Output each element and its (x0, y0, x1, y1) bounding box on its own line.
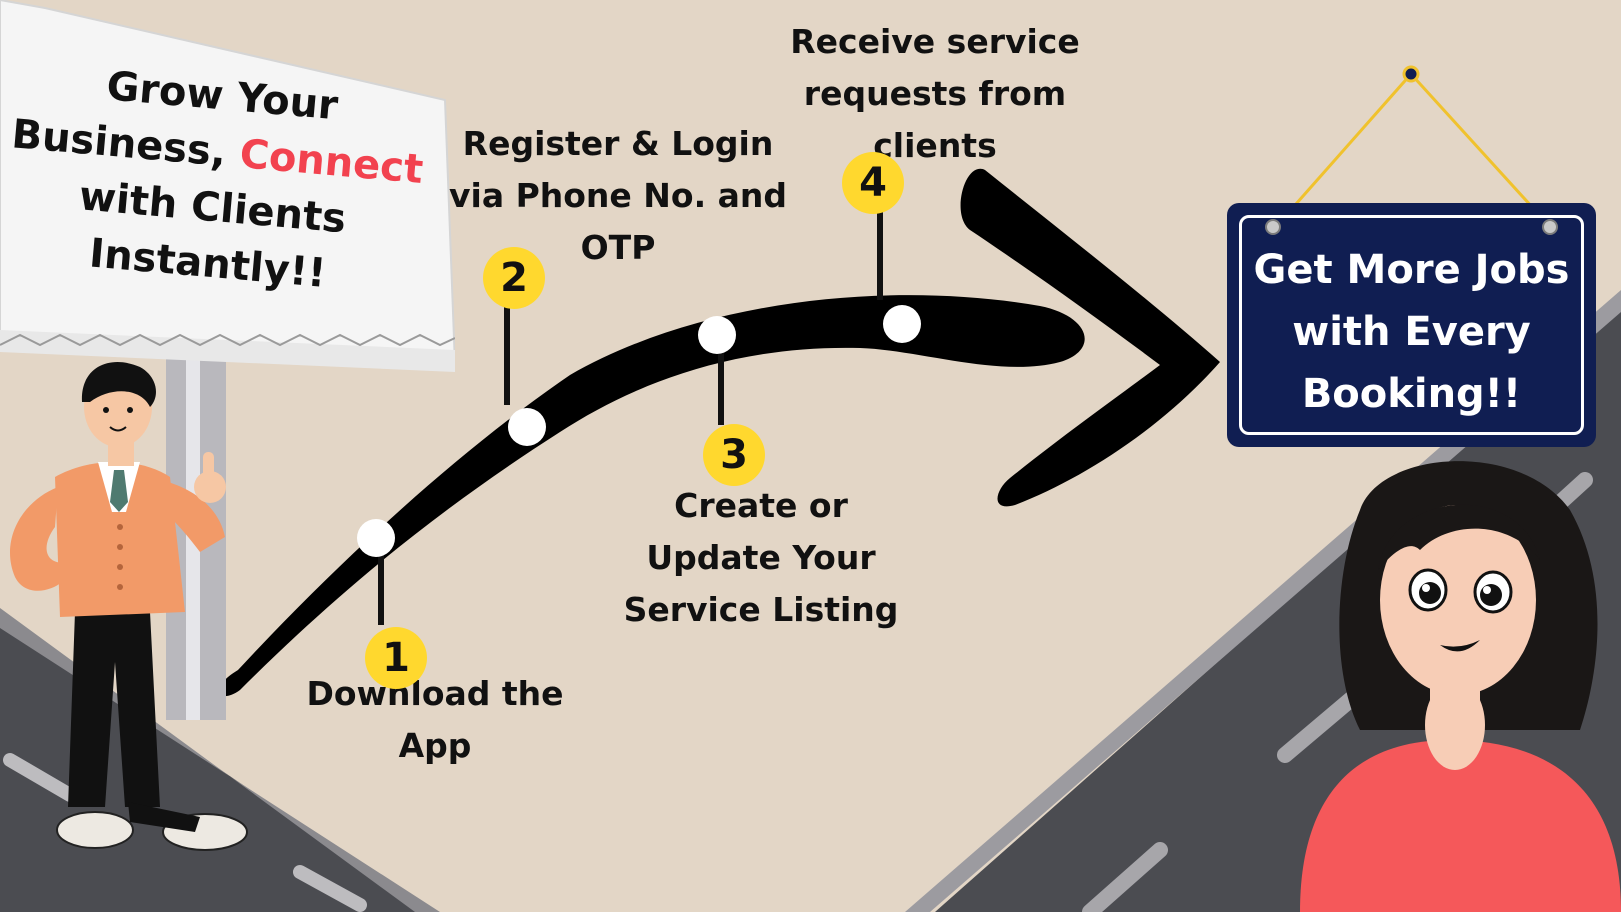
step-1-badge: 1 (365, 627, 427, 689)
path-node-2 (508, 408, 546, 446)
path-node-1 (357, 519, 395, 557)
step-4-badge: 4 (842, 152, 904, 214)
billboard-headline: Grow Your Business, Connect with Clients… (0, 49, 449, 311)
infographic-stage: Grow Your Business, Connect with Clients… (0, 0, 1621, 912)
sign-nail-left (1265, 219, 1281, 235)
hanging-sign: Get More Jobs with Every Booking!! (1227, 203, 1596, 447)
sign-line-2: with Every (1292, 309, 1531, 355)
woman-illustration (1300, 461, 1621, 912)
sign-nail-right (1542, 219, 1558, 235)
step-3-badge: 3 (703, 424, 765, 486)
sign-line-3: Booking!! (1301, 371, 1522, 417)
sign-line-1: Get More Jobs (1253, 247, 1570, 293)
sign-hook (1402, 65, 1420, 83)
step-1-label: Download the App (306, 674, 564, 765)
step-4-label: Receive service requests from clients (790, 22, 1080, 165)
path-node-4 (883, 305, 921, 343)
man-illustration (9, 362, 248, 851)
billboard: Grow Your Business, Connect with Clients… (0, 0, 455, 372)
step-3-label: Create or Update Your Service Listing (623, 486, 899, 629)
path-node-3 (698, 316, 736, 354)
sign-message: Get More Jobs with Every Booking!! (1227, 239, 1596, 425)
step-2-badge: 2 (483, 247, 545, 309)
